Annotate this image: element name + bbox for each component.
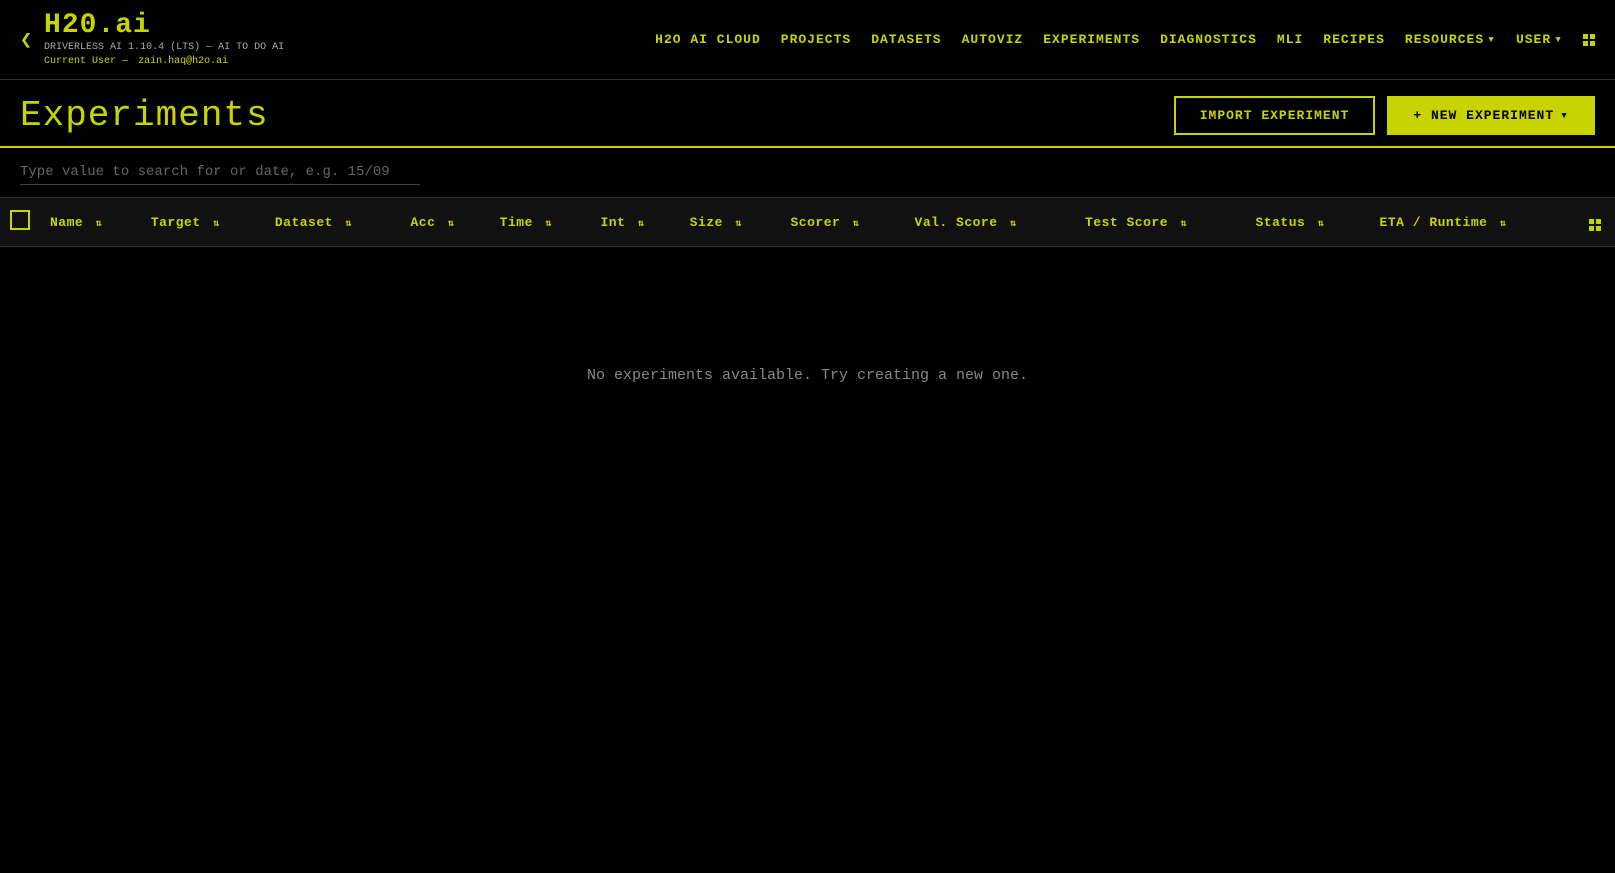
- nav-autoviz[interactable]: AUTOVIZ: [962, 32, 1024, 47]
- table-header: Name ⇅ Target ⇅ Dataset ⇅ Acc ⇅ Time ⇅: [0, 198, 1615, 247]
- col-size[interactable]: Size ⇅: [680, 198, 781, 247]
- nav-mli[interactable]: MLI: [1277, 32, 1303, 47]
- logo-text: H20.ai: [44, 10, 284, 41]
- sort-name-icon: ⇅: [96, 218, 103, 230]
- col-acc[interactable]: Acc ⇅: [400, 198, 489, 247]
- nav-experiments[interactable]: EXPERIMENTS: [1043, 32, 1140, 47]
- logo-section: ❮ H20.ai DRIVERLESS AI 1.10.4 (LTS) — AI…: [20, 10, 284, 69]
- logo-chevron-icon: ❮: [20, 27, 32, 53]
- sort-status-icon: ⇅: [1318, 218, 1325, 230]
- subtitle-user-prefix: Current User —: [44, 56, 128, 67]
- top-navigation: ❮ H20.ai DRIVERLESS AI 1.10.4 (LTS) — AI…: [0, 0, 1615, 80]
- col-test-score[interactable]: Test Score ⇅: [1075, 198, 1245, 247]
- search-input[interactable]: [20, 160, 420, 185]
- nav-links: H2O AI CLOUD PROJECTS DATASETS AUTOVIZ E…: [655, 32, 1595, 47]
- experiments-table: Name ⇅ Target ⇅ Dataset ⇅ Acc ⇅ Time ⇅: [0, 197, 1615, 504]
- resources-arrow-icon: ▾: [1487, 32, 1496, 47]
- table-body: No experiments available. Try creating a…: [0, 247, 1615, 505]
- sort-eta-runtime-icon: ⇅: [1500, 218, 1507, 230]
- col-target[interactable]: Target ⇅: [141, 198, 265, 247]
- user-arrow-icon: ▾: [1554, 32, 1563, 47]
- import-experiment-button[interactable]: IMPORT EXPERIMENT: [1174, 96, 1376, 135]
- search-section: [0, 148, 1615, 197]
- sort-time-icon: ⇅: [545, 218, 552, 230]
- nav-datasets[interactable]: DATASETS: [871, 32, 941, 47]
- sort-int-icon: ⇅: [638, 218, 645, 230]
- new-experiment-label: + NEW EXPERIMENT: [1413, 108, 1554, 123]
- select-all-column[interactable]: [0, 198, 40, 247]
- sort-size-icon: ⇅: [735, 218, 742, 230]
- header-actions: IMPORT EXPERIMENT + NEW EXPERIMENT ▾: [1174, 96, 1595, 135]
- page-title: Experiments: [20, 95, 269, 136]
- col-time[interactable]: Time ⇅: [490, 198, 591, 247]
- col-scorer[interactable]: Scorer ⇅: [780, 198, 904, 247]
- nav-projects[interactable]: PROJECTS: [781, 32, 851, 47]
- new-experiment-arrow-icon: ▾: [1560, 108, 1569, 123]
- nav-resources[interactable]: RESOURCES ▾: [1405, 32, 1496, 47]
- col-dataset[interactable]: Dataset ⇅: [265, 198, 401, 247]
- columns-toggle-icon[interactable]: [1589, 219, 1601, 231]
- nav-recipes[interactable]: RECIPES: [1323, 32, 1385, 47]
- nav-h2o-ai-cloud[interactable]: H2O AI CLOUD: [655, 32, 761, 47]
- subtitle-line1: DRIVERLESS AI 1.10.4 (LTS) — AI TO DO AI: [44, 41, 284, 55]
- sort-test-score-icon: ⇅: [1180, 218, 1187, 230]
- sort-val-score-icon: ⇅: [1010, 218, 1017, 230]
- sort-dataset-icon: ⇅: [345, 218, 352, 230]
- sort-scorer-icon: ⇅: [853, 218, 860, 230]
- col-name[interactable]: Name ⇅: [40, 198, 141, 247]
- empty-state-row: No experiments available. Try creating a…: [0, 247, 1615, 505]
- col-int[interactable]: Int ⇅: [590, 198, 679, 247]
- sort-target-icon: ⇅: [213, 218, 220, 230]
- nav-diagnostics[interactable]: DIAGNOSTICS: [1160, 32, 1257, 47]
- col-eta-runtime[interactable]: ETA / Runtime ⇅: [1370, 198, 1575, 247]
- page-header: Experiments IMPORT EXPERIMENT + NEW EXPE…: [0, 80, 1615, 148]
- select-all-checkbox[interactable]: [10, 210, 30, 230]
- subtitle-user-email[interactable]: zain.haq@h2o.ai: [138, 56, 228, 67]
- logo-subtitle: DRIVERLESS AI 1.10.4 (LTS) — AI TO DO AI…: [44, 41, 284, 69]
- experiments-table-container: Name ⇅ Target ⇅ Dataset ⇅ Acc ⇅ Time ⇅: [0, 197, 1615, 504]
- grid-layout-icon[interactable]: [1583, 34, 1595, 46]
- sort-acc-icon: ⇅: [448, 218, 455, 230]
- logo-brand: H20.ai DRIVERLESS AI 1.10.4 (LTS) — AI T…: [44, 10, 284, 69]
- new-experiment-button[interactable]: + NEW EXPERIMENT ▾: [1387, 96, 1595, 135]
- subtitle-line2: Current User — zain.haq@h2o.ai: [44, 55, 284, 69]
- nav-user[interactable]: USER ▾: [1516, 32, 1563, 47]
- col-status[interactable]: Status ⇅: [1245, 198, 1369, 247]
- col-val-score[interactable]: Val. Score ⇅: [905, 198, 1075, 247]
- col-grid-options[interactable]: [1575, 198, 1615, 247]
- empty-message: No experiments available. Try creating a…: [0, 247, 1615, 505]
